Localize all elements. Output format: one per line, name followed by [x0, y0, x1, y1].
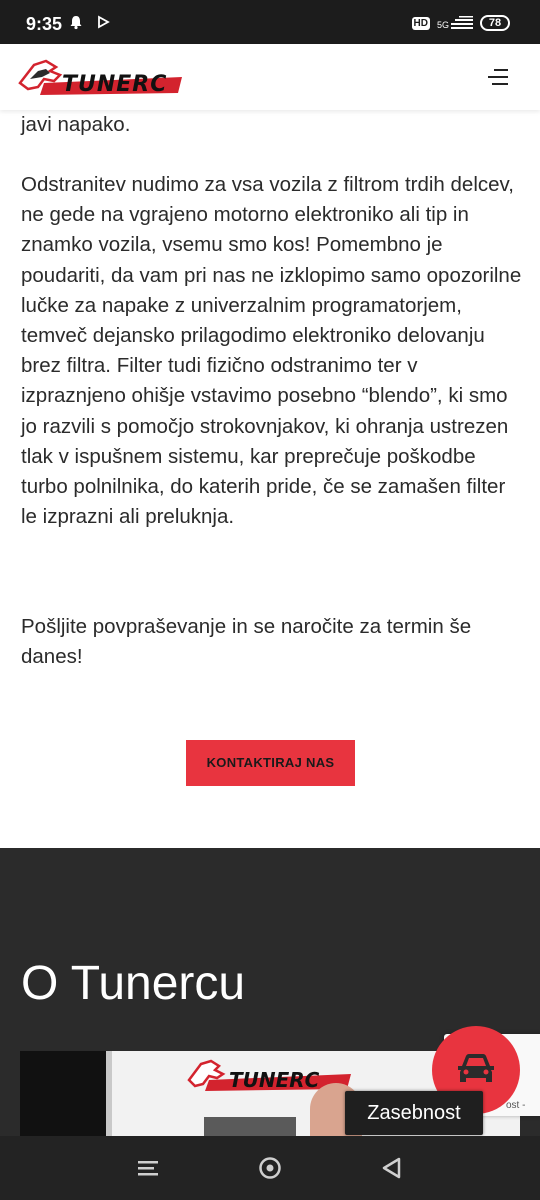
- back-icon[interactable]: [378, 1154, 406, 1182]
- about-title: O Tunercu: [21, 957, 246, 1010]
- network-label: 5G: [436, 20, 449, 30]
- svg-text:TUNERC: TUNERC: [62, 72, 167, 97]
- recaptcha-text: ost -: [506, 1100, 526, 1111]
- status-bar: 9:35 HD 5G 78: [0, 0, 540, 44]
- home-icon[interactable]: [256, 1154, 284, 1182]
- site-header: TUNERC: [0, 44, 540, 110]
- system-nav-bar: [0, 1136, 540, 1200]
- paragraph-cta: Pošljite povpraševanje in se naročite za…: [21, 615, 472, 669]
- hd-badge: HD: [411, 16, 430, 30]
- alarm-icon: [70, 16, 82, 30]
- car-icon: [458, 1054, 494, 1082]
- paragraph-dpf-removal: Odstranitev nudimo za vsa vozila z filtr…: [21, 173, 522, 529]
- play-store-icon: [98, 15, 110, 29]
- tunerc-logo[interactable]: TUNERC: [16, 53, 186, 99]
- svg-text:TUNERC: TUNERC: [229, 1068, 320, 1092]
- privacy-tooltip: Zasebnost: [345, 1091, 483, 1135]
- menu-icon[interactable]: [488, 66, 514, 88]
- paragraph-intro-end: javi napako.: [21, 113, 131, 136]
- battery-indicator: 78: [480, 15, 510, 31]
- contact-button[interactable]: KONTAKTIRAJ NAS: [186, 740, 355, 786]
- recent-apps-icon[interactable]: [134, 1154, 162, 1182]
- signal-icon: 5G: [437, 16, 473, 30]
- status-time: 9:35: [26, 14, 63, 34]
